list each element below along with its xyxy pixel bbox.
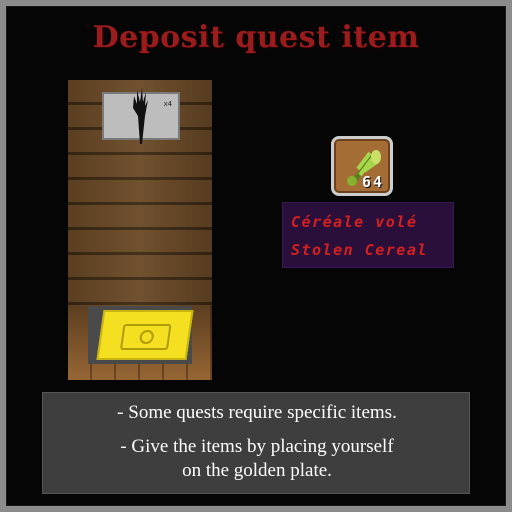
item-count: 64 <box>361 173 384 191</box>
golden-plate[interactable] <box>96 310 194 360</box>
scene-preview: x4 <box>68 80 212 380</box>
page-title: Deposit quest item <box>92 20 420 55</box>
info-box: - Some quests require specific items. - … <box>42 392 470 494</box>
item-frame-mark: x4 <box>163 100 172 108</box>
hand-icon <box>133 88 148 144</box>
item-tooltip: Céréale volé Stolen Cereal <box>282 202 454 268</box>
info-line-1: - Some quests require specific items. <box>117 402 397 423</box>
item-name-en: Stolen Cereal <box>291 241 428 259</box>
item-name-fr: Céréale volé <box>291 213 418 231</box>
info-line-3: on the golden plate. <box>182 460 332 481</box>
info-line-2: - Give the items by placing yourself <box>120 436 394 457</box>
item-slot[interactable]: 64 <box>331 136 393 196</box>
